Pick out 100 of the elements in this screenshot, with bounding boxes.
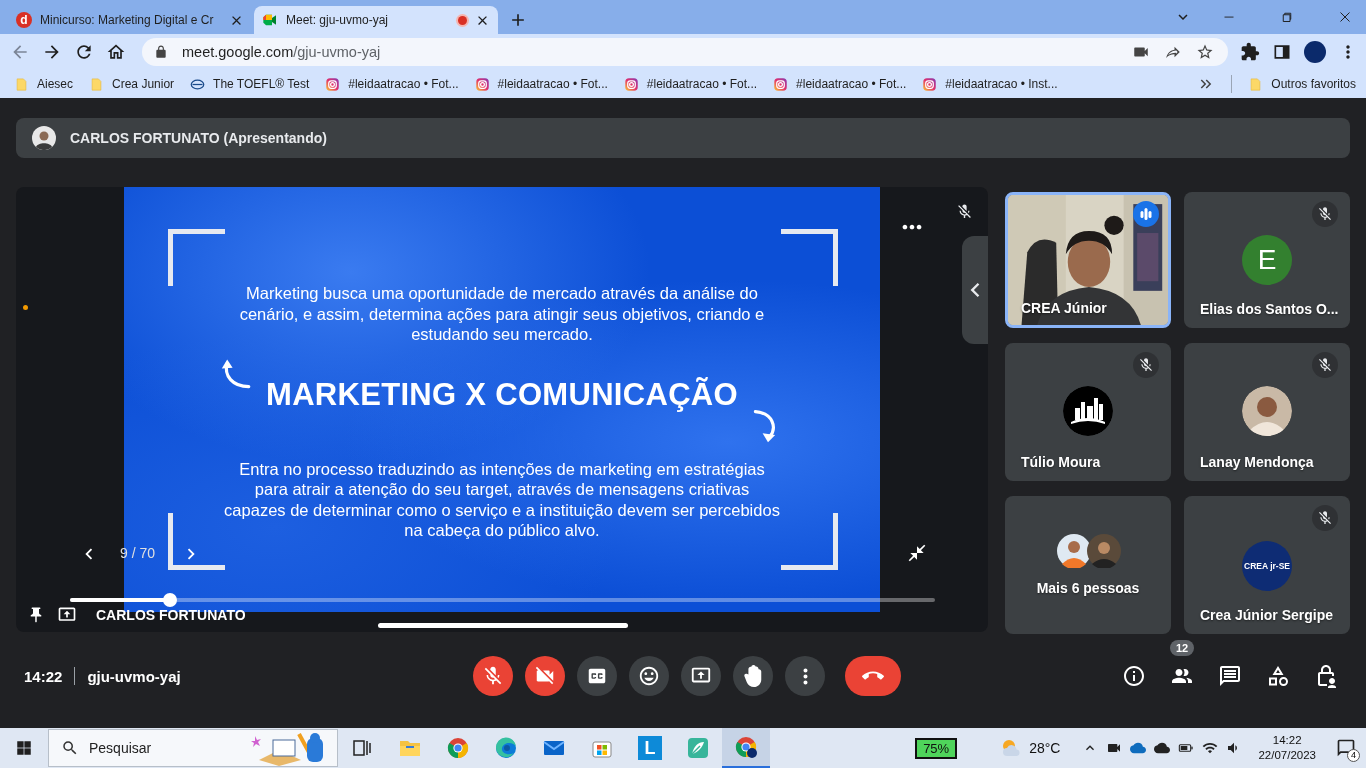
logo: CREA jr-SE bbox=[1242, 541, 1292, 591]
feather-icon bbox=[686, 736, 710, 760]
leave-call-button[interactable] bbox=[845, 656, 901, 696]
participant-tile[interactable]: CREA jr-SE Crea Júnior Sergipe bbox=[1184, 496, 1350, 634]
info-icon bbox=[1122, 664, 1146, 688]
slide-title: MARKETING X COMUNICAÇÃO bbox=[266, 376, 738, 413]
chat-icon bbox=[1218, 664, 1242, 688]
cloud-icon[interactable] bbox=[1154, 740, 1171, 756]
bookmark[interactable]: #leidaatracao • Inst... bbox=[922, 76, 1058, 92]
indicator-dot bbox=[23, 305, 28, 310]
participant-tile[interactable]: Lanay Mendonça bbox=[1184, 343, 1350, 481]
notification-count: 4 bbox=[1347, 749, 1360, 762]
camera-button[interactable] bbox=[525, 656, 565, 696]
presenter-name: CARLOS FORTUNATO bbox=[96, 607, 246, 623]
participant-tile[interactable]: E Elias dos Santos O... bbox=[1184, 192, 1350, 328]
windows-icon bbox=[15, 739, 33, 757]
exit-fullscreen-icon[interactable] bbox=[907, 543, 927, 563]
shapes-icon bbox=[1266, 664, 1290, 688]
participant-name: Crea Júnior Sergipe bbox=[1200, 607, 1334, 623]
camera-icon bbox=[623, 76, 639, 92]
edge-icon bbox=[494, 736, 518, 760]
avatar bbox=[32, 126, 56, 150]
corner-bracket bbox=[168, 229, 225, 286]
participant-name: Elias dos Santos O... bbox=[1200, 301, 1339, 317]
participant-name: Lanay Mendonça bbox=[1200, 454, 1314, 470]
bookmark[interactable]: Outros favoritos bbox=[1248, 76, 1356, 92]
corner-bracket bbox=[781, 229, 838, 286]
camera-icon bbox=[534, 665, 556, 687]
notifications-button[interactable]: 4 bbox=[1326, 728, 1366, 768]
lock-icon[interactable] bbox=[154, 45, 168, 59]
profile-avatar[interactable] bbox=[1304, 41, 1326, 63]
search-field[interactable]: Pesquisar bbox=[89, 740, 239, 756]
meeting-code: gju-uvmo-yaj bbox=[87, 667, 181, 685]
globe-icon bbox=[190, 76, 206, 92]
raise-hand-button[interactable] bbox=[733, 656, 773, 696]
slide-paragraph: Marketing busca uma oportunidade de mercado através da análise do cenário, e assim, determina ações para atingir seus objetivos, criando e estudando seu mercado. bbox=[238, 283, 766, 345]
participant-tile[interactable]: Túlio Moura bbox=[1005, 343, 1171, 481]
battery-widget[interactable]: 75% bbox=[915, 737, 958, 759]
chrome-button[interactable] bbox=[722, 728, 770, 768]
browser-tab[interactable]: Meet: gju-uvmo-yaj bbox=[254, 6, 498, 34]
search-icon bbox=[61, 739, 79, 757]
extensions-icon[interactable] bbox=[1240, 42, 1260, 62]
slide-paragraph: Entra no processo traduzindo as intenções de marketing em estratégias para atrair a atenção do seu target, através de mensagens criativas capazes de determinar como o serviço e a instituição devem ser percebidos na cabeça do público alvo. bbox=[223, 458, 781, 541]
chevron-left-icon bbox=[970, 282, 980, 298]
chat-button[interactable] bbox=[1218, 664, 1242, 688]
participant-count: 12 bbox=[1170, 640, 1195, 656]
more-options-button[interactable] bbox=[785, 656, 825, 696]
chrome-icon bbox=[734, 735, 758, 759]
bookmark[interactable]: The TOEFL® Test bbox=[190, 76, 310, 92]
bookmark[interactable]: Aiesec bbox=[14, 76, 74, 92]
bookmark[interactable]: #leidaatracao • Fot... bbox=[325, 76, 459, 92]
app-icon: L bbox=[638, 736, 662, 760]
meeting-time: 14:22 bbox=[24, 667, 63, 685]
bookmark[interactable]: #leidaatracao • Fot... bbox=[623, 76, 758, 92]
corner-bracket bbox=[781, 513, 838, 570]
present-button[interactable] bbox=[681, 656, 721, 696]
browser-tab[interactable]: d Minicurso: Marketing Digital e Cr bbox=[8, 6, 252, 34]
clock[interactable]: 14:22 22/07/2023 bbox=[1258, 733, 1316, 763]
chrome-icon bbox=[446, 736, 470, 760]
avatar bbox=[1057, 534, 1091, 568]
more-icon bbox=[802, 667, 808, 685]
camera-icon bbox=[922, 76, 938, 92]
address-bar[interactable]: meet.google.com/gju-uvmo-yaj bbox=[142, 38, 1228, 66]
temperature: 28°C bbox=[1029, 740, 1061, 756]
reactions-button[interactable] bbox=[629, 656, 669, 696]
microphone-icon bbox=[482, 665, 504, 687]
more-icon[interactable] bbox=[902, 224, 922, 230]
microphone-button[interactable] bbox=[473, 656, 513, 696]
avatar bbox=[1242, 386, 1292, 436]
page-icon bbox=[89, 76, 105, 92]
page-icon bbox=[1248, 76, 1264, 92]
camera-icon bbox=[325, 76, 341, 92]
site-favicon: d bbox=[16, 12, 32, 28]
info-button[interactable] bbox=[1122, 664, 1146, 688]
camera-icon bbox=[773, 76, 789, 92]
smiley-icon bbox=[638, 665, 660, 687]
avatar: E bbox=[1242, 235, 1292, 285]
home-icon[interactable] bbox=[106, 42, 126, 62]
participant-name: Túlio Moura bbox=[1021, 454, 1101, 470]
captions-button[interactable] bbox=[577, 656, 617, 696]
camera-icon bbox=[474, 76, 490, 92]
app-button[interactable]: L bbox=[626, 728, 674, 768]
avatar bbox=[1087, 534, 1121, 568]
wifi-icon[interactable] bbox=[1202, 740, 1219, 756]
bookmark[interactable]: #leidaatracao • Fot... bbox=[474, 76, 608, 92]
meet-icon bbox=[262, 12, 278, 28]
activities-button[interactable] bbox=[1266, 664, 1290, 688]
search-box[interactable]: Pesquisar bbox=[48, 729, 338, 767]
participant-name: Mais 6 pessoas bbox=[1035, 580, 1141, 596]
reload-icon[interactable] bbox=[74, 42, 94, 62]
star-icon[interactable] bbox=[1196, 43, 1214, 61]
corner-bracket bbox=[168, 513, 225, 570]
side-panel-toggle[interactable] bbox=[962, 236, 988, 344]
side-panel-icon[interactable] bbox=[1272, 42, 1292, 62]
bookmark[interactable]: #leidaatracao • Fot... bbox=[773, 76, 907, 92]
presenter-label: CARLOS FORTUNATO (Apresentando) bbox=[70, 130, 327, 146]
page-icon bbox=[14, 76, 29, 92]
participant-tile[interactable]: Mais 6 pessoas bbox=[1005, 496, 1171, 634]
hand-icon bbox=[742, 665, 764, 687]
bookmark[interactable]: Crea Junior bbox=[89, 76, 175, 92]
